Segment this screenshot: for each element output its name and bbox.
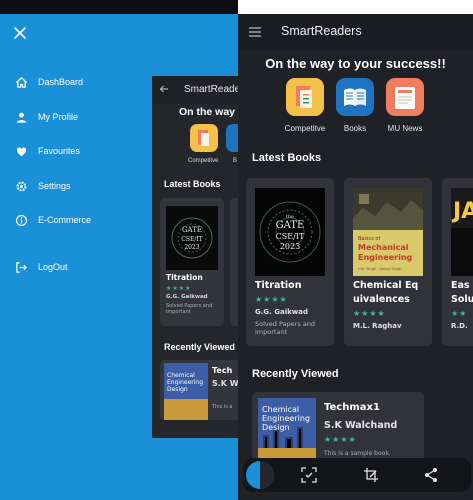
svg-text:Mechanical: Mechanical	[358, 243, 409, 252]
bottom-toolbar	[243, 458, 471, 492]
preview-latest-books-heading: Latest Books	[164, 179, 221, 189]
preview-header: SmartReaders	[152, 76, 238, 104]
drawer-item-my-profile[interactable]: My Profile	[14, 107, 78, 127]
book-description: Solved Papers and important	[255, 320, 316, 336]
book-cover-gate: the GATE CSE/IT 2023	[255, 188, 325, 276]
book-title: Chemical Eq	[353, 280, 419, 291]
drawer-item-label: Favourites	[38, 146, 81, 156]
screen-root: DashBoard My Profile Favourites Settings	[0, 0, 473, 500]
svg-text:GATE: GATE	[276, 220, 305, 231]
drawer-item-label: LogOut	[38, 262, 68, 272]
svg-text:Basics of: Basics of	[358, 236, 380, 242]
book-card-chemical-equivalences[interactable]: Basics of Mechanical Engineering H.K. Si…	[344, 178, 432, 346]
svg-text:Design: Design	[262, 423, 290, 432]
book-rating-stars: ★★★★	[255, 295, 288, 304]
book-cover-partial: JA	[451, 188, 473, 276]
preview-book-card-partial[interactable]	[230, 198, 238, 326]
svg-text:Design: Design	[167, 386, 188, 393]
logout-icon	[14, 260, 28, 274]
preview-book-cover: GATE CSE/IT 2023	[166, 206, 218, 270]
preview-title: SmartReaders	[184, 84, 238, 95]
book-rating-stars: ★★★★	[353, 309, 386, 318]
drawer-item-e-commerce[interactable]: E-Commerce	[14, 210, 91, 230]
share-icon[interactable]	[423, 467, 439, 483]
drawer-item-settings[interactable]: Settings	[14, 176, 71, 196]
recent-book-desc: This is a sample book.	[324, 450, 391, 457]
main-app-window: SmartReaders On the way to your success!…	[238, 14, 473, 500]
svg-text:Chemical: Chemical	[167, 372, 195, 379]
home-icon	[14, 75, 28, 89]
preview-book-title: Titration	[166, 273, 203, 282]
info-icon	[14, 213, 28, 227]
drawer-item-label: E-Commerce	[38, 215, 92, 225]
books-category-label: B	[233, 158, 238, 164]
recently-viewed-heading: Recently Viewed	[252, 368, 339, 380]
competitive-category-icon[interactable]	[286, 78, 324, 116]
drawer-item-logout[interactable]: LogOut	[14, 257, 68, 277]
edit-crop-icon[interactable]	[363, 467, 379, 483]
svg-text:2023: 2023	[184, 244, 199, 251]
recent-book-rating: ★★★★	[324, 435, 357, 444]
gear-icon	[14, 179, 28, 193]
tagline: On the way to your success!!	[265, 56, 446, 71]
book-title-line-2: Solu	[451, 294, 473, 305]
preview-recent-author: S.K W	[212, 379, 238, 388]
svg-text:Chemical: Chemical	[262, 405, 299, 414]
scan-text-icon[interactable]	[301, 467, 317, 483]
heart-icon	[14, 144, 28, 158]
svg-text:Engineering: Engineering	[262, 414, 310, 423]
news-category-icon[interactable]	[386, 78, 424, 116]
svg-text:CSE/IT: CSE/IT	[181, 236, 202, 243]
book-title: Eas	[451, 280, 470, 291]
book-title-line-2: uivalences	[353, 294, 410, 305]
back-arrow-icon[interactable]	[159, 84, 171, 96]
app-preview-window: SmartReaders On the way t Competitve B L…	[152, 76, 238, 438]
preview-book-rating: ★★★★	[166, 285, 192, 292]
preview-book-desc: Solved Papers and important	[166, 303, 213, 315]
svg-text:Engineering: Engineering	[167, 379, 203, 386]
svg-text:H.K. Singh · Abhay Singh: H.K. Singh · Abhay Singh	[358, 267, 401, 271]
book-title: Titration	[255, 280, 302, 291]
drawer-item-dashboard[interactable]: DashBoard	[14, 72, 83, 92]
preview-book-author: G.G. Gaikwad	[166, 294, 208, 300]
person-icon	[14, 110, 28, 124]
competitive-category-icon[interactable]	[190, 124, 218, 152]
status-bar	[0, 0, 238, 14]
book-card-partial[interactable]: JA Eas Solu ★★ R.D.	[442, 178, 473, 346]
preview-recent-card[interactable]: Chemical Engineering Design Tech S.K W T…	[160, 360, 238, 420]
preview-recent-title: Tech	[212, 366, 233, 375]
close-icon[interactable]	[13, 26, 31, 44]
svg-text:2023: 2023	[280, 242, 300, 251]
preview-tagline: On the way t	[179, 106, 238, 118]
recent-book-author: S.K Walchand	[324, 420, 398, 431]
news-category-label: MU News	[387, 124, 423, 133]
book-card-titration[interactable]: the GATE CSE/IT 2023 Titration ★★★★ G.G.…	[246, 178, 334, 346]
drawer-item-label: Settings	[38, 181, 71, 191]
books-category-icon[interactable]	[336, 78, 374, 116]
screenshot-thumbnail[interactable]	[246, 461, 274, 489]
svg-text:GATE: GATE	[182, 226, 202, 234]
latest-books-heading: Latest Books	[252, 152, 322, 164]
books-category-icon[interactable]	[226, 124, 238, 152]
preview-recent-cover: Chemical Engineering Design	[164, 363, 208, 420]
svg-text:CSE/IT: CSE/IT	[276, 232, 305, 241]
book-author: R.D.	[451, 322, 468, 330]
preview-recently-viewed-heading: Recently Viewed	[164, 342, 235, 352]
preview-book-card[interactable]: GATE CSE/IT 2023 Titration ★★★★ G.G. Gai…	[160, 198, 224, 326]
recent-book-title: Techmax1	[324, 402, 380, 413]
drawer-item-label: DashBoard	[38, 77, 84, 87]
book-author: G.G. Gaikwad	[255, 308, 308, 316]
book-author: M.L. Raghav	[353, 322, 402, 330]
svg-text:Engineering: Engineering	[358, 253, 413, 262]
preview-recent-desc: This is a	[212, 404, 233, 410]
drawer-item-label: My Profile	[38, 112, 79, 122]
cover-text-partial: JA	[451, 199, 473, 224]
book-rating-stars: ★★	[451, 309, 468, 318]
competitive-category-label: Competitve	[188, 158, 219, 164]
app-header: SmartReaders	[238, 14, 473, 50]
drawer-item-favourites[interactable]: Favourites	[14, 141, 80, 161]
app-title: SmartReaders	[281, 24, 362, 38]
hamburger-menu-icon[interactable]	[248, 26, 262, 38]
book-cover-mechanical: Basics of Mechanical Engineering H.K. Si…	[353, 188, 423, 276]
